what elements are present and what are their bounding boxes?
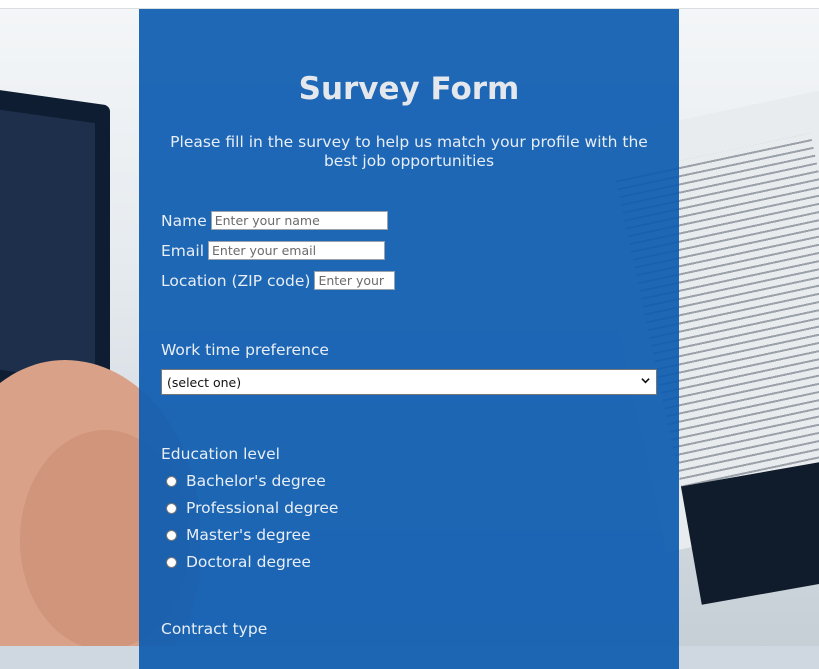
email-row: Email bbox=[161, 241, 386, 260]
radio-button[interactable] bbox=[166, 556, 177, 568]
name-label: Name bbox=[161, 211, 207, 230]
work-time-selected: (select one) bbox=[167, 374, 242, 390]
location-row: Location (ZIP code) bbox=[161, 271, 396, 290]
radio-button[interactable] bbox=[166, 475, 177, 487]
email-input[interactable] bbox=[208, 241, 386, 260]
work-time-select[interactable]: (select one) bbox=[161, 369, 657, 395]
name-input[interactable] bbox=[210, 211, 388, 230]
zip-input[interactable] bbox=[314, 271, 396, 290]
form-description: Please fill in the survey to help us mat… bbox=[170, 133, 648, 170]
education-option[interactable]: Professional degree bbox=[166, 499, 338, 517]
page-title: Survey Form bbox=[298, 71, 520, 107]
name-row: Name bbox=[161, 211, 388, 230]
location-label: Location (ZIP code) bbox=[161, 271, 311, 290]
work-time-label: Work time preference bbox=[161, 341, 329, 359]
education-option-label: Doctoral degree bbox=[186, 553, 311, 571]
education-option-label: Master's degree bbox=[186, 526, 311, 544]
education-option[interactable]: Master's degree bbox=[166, 526, 311, 544]
survey-form: Survey Form Please fill in the survey to… bbox=[139, 9, 679, 669]
radio-button[interactable] bbox=[166, 529, 177, 541]
top-strip bbox=[0, 0, 819, 9]
email-label: Email bbox=[161, 241, 205, 260]
contract-type-label: Contract type bbox=[161, 620, 268, 638]
education-option-label: Bachelor's degree bbox=[186, 472, 326, 490]
education-label: Education level bbox=[161, 445, 280, 463]
education-option[interactable]: Doctoral degree bbox=[166, 553, 311, 571]
education-option-label: Professional degree bbox=[186, 499, 339, 517]
education-option[interactable]: Bachelor's degree bbox=[166, 472, 326, 490]
chevron-down-icon bbox=[641, 378, 650, 384]
background-laptop-screen bbox=[0, 106, 95, 384]
radio-button[interactable] bbox=[166, 502, 177, 514]
